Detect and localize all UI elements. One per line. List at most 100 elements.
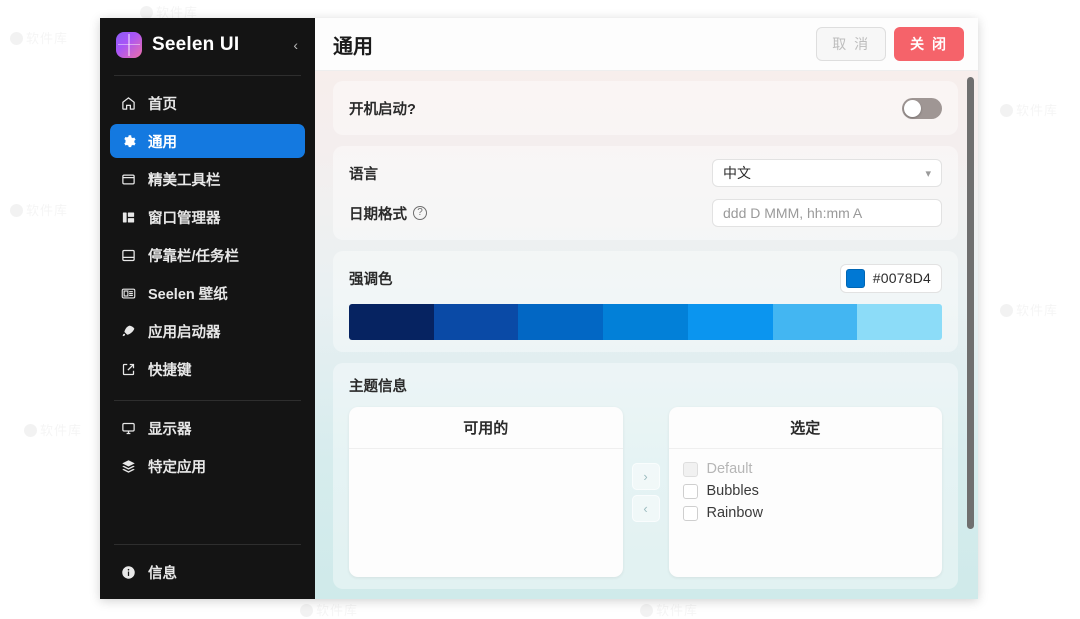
sidebar-item-label: 精美工具栏 [148,172,221,189]
sidebar-item-shortcuts[interactable]: 快捷键 [110,352,305,386]
layout-icon [120,209,137,226]
sidebar-item-label: 首页 [148,96,177,113]
sidebar-divider [114,544,301,545]
accent-label: 强调色 [349,271,393,288]
accent-swatch-2[interactable] [518,304,604,340]
wallpaper-icon [120,285,137,302]
scrollbar-track[interactable] [966,71,975,599]
accent-hex-value: #0078D4 [872,270,931,286]
date-format-row: 日期格式 ? ddd D MMM, hh:mm A [349,198,942,228]
toggle-knob [904,99,921,117]
move-right-button[interactable]: › [631,462,660,490]
language-value: 中文 [723,165,751,181]
sidebar-item-dock-taskbar[interactable]: 停靠栏/任务栏 [110,238,305,272]
date-format-input[interactable]: ddd D MMM, hh:mm A [712,199,942,227]
monitor-icon [120,420,137,437]
date-format-value: ddd D MMM, hh:mm A [723,205,863,221]
language-select[interactable]: 中文 ▾ [712,159,942,187]
language-row: 语言 中文 ▾ [349,158,942,188]
theme-item-label: Rainbow [706,505,763,521]
accent-swatch-6[interactable] [857,304,942,340]
chevron-left-icon[interactable]: ‹ [288,35,303,55]
main-panel: 通用 取 消 关 闭 开机启动? 语言 中文 ▾ 日期格式 ? ddd D MM… [315,18,978,599]
theme-list-item[interactable]: Bubbles [669,480,943,502]
accent-current-swatch [845,268,865,288]
watermark-dot [10,204,23,217]
startup-row: 开机启动? [349,93,942,123]
scrollbar-thumb[interactable] [967,77,974,529]
theme-available-list[interactable] [349,449,623,577]
accent-swatch-4[interactable] [687,304,773,340]
sidebar-item-window-manager[interactable]: 窗口管理器 [110,200,305,234]
sidebar-item-label: 应用启动器 [148,324,221,341]
rocket-icon [120,323,137,340]
sidebar-item-wallpaper[interactable]: Seelen 壁纸 [110,276,305,310]
cancel-button[interactable]: 取 消 [816,27,887,61]
sidebar-footer: 信息 [100,540,315,599]
brand-name: Seelen UI [152,33,240,55]
accent-row: 强调色 #0078D4 [349,263,942,293]
theme-label: 主题信息 [349,379,407,395]
sidebar-item-label: 特定应用 [148,459,206,476]
watermark: 软件库 [640,600,698,619]
accent-color-card: 强调色 #0078D4 [333,251,958,352]
sidebar-item-toolbar[interactable]: 精美工具栏 [110,162,305,196]
theme-selected-title: 选定 [668,407,942,449]
sidebar-item-app-launcher[interactable]: 应用启动器 [110,314,305,348]
theme-available-title: 可用的 [349,407,623,449]
sidebar-header: Seelen UI ‹ [100,18,315,71]
sidebar-nav-secondary: 显示器 特定应用 [100,405,315,487]
locale-card: 语言 中文 ▾ 日期格式 ? ddd D MMM, hh:mm A [333,146,958,240]
move-left-button[interactable]: ‹ [631,494,660,522]
watermark-dot [1000,304,1013,317]
accent-swatch-1[interactable] [433,304,519,340]
sidebar-item-label: 快捷键 [148,362,192,379]
page-title: 通用 [333,35,373,58]
gear-icon [120,133,137,150]
watermark-dot [10,32,23,45]
accent-swatch-3[interactable] [603,304,688,340]
startup-toggle[interactable] [902,97,942,119]
app-window: Seelen UI ‹ 首页 通用 精美工具栏 窗口管理器 停靠栏/任务栏 Se… [100,18,978,599]
chevron-down-icon: ▾ [925,167,931,180]
theme-list-item[interactable]: Rainbow [669,502,943,524]
sidebar-nav: 首页 通用 精美工具栏 窗口管理器 停靠栏/任务栏 Seelen 壁纸 应用启动… [100,80,315,390]
accent-swatch-0[interactable] [349,304,434,340]
sidebar-item-label: 通用 [148,134,177,151]
accent-color-picker[interactable]: #0078D4 [839,263,942,293]
watermark-dot [1000,104,1013,117]
startup-card: 开机启动? [333,81,958,135]
sidebar-item-label: 停靠栏/任务栏 [148,248,240,265]
theme-selected-list[interactable]: Default Bubbles Rainbow [669,449,943,577]
sidebar-item-label: 窗口管理器 [148,210,221,227]
close-button[interactable]: 关 闭 [894,27,964,61]
sidebar-item-label: 信息 [148,565,177,582]
theme-item-label: Default [706,461,753,477]
theme-checkbox [682,461,698,477]
sidebar-item-label: 显示器 [148,421,192,438]
sidebar-item-monitors[interactable]: 显示器 [110,411,305,445]
sidebar-item-specific-apps[interactable]: 特定应用 [110,449,305,483]
sidebar-divider [114,75,301,76]
theme-item-label: Bubbles [706,483,759,499]
theme-selected-panel: 选定 Default Bubbles Rainbow [668,407,943,577]
theme-available-panel: 可用的 [349,407,623,577]
watermark: 软件库 [24,420,82,439]
question-circle-icon[interactable]: ? [413,206,427,220]
sidebar-divider [114,400,301,401]
sidebar-item-label: Seelen 壁纸 [148,286,228,303]
theme-card: 主题信息 可用的 › ‹ 选定 Default Bubbles Rainbow [333,363,958,589]
sidebar-item-general[interactable]: 通用 [110,124,305,158]
theme-checkbox[interactable] [682,483,698,499]
watermark-dot [300,604,313,617]
dock-icon [120,247,137,264]
theme-checkbox[interactable] [682,505,698,521]
seelen-logo-icon [116,31,142,58]
sidebar-item-info[interactable]: 信息 [110,555,305,589]
sidebar-item-home[interactable]: 首页 [110,86,305,120]
accent-swatch-5[interactable] [772,304,858,340]
titlebar: 通用 取 消 关 闭 [315,18,978,71]
info-icon [120,564,137,581]
watermark-dot [640,604,653,617]
watermark: 软件库 [10,200,68,219]
